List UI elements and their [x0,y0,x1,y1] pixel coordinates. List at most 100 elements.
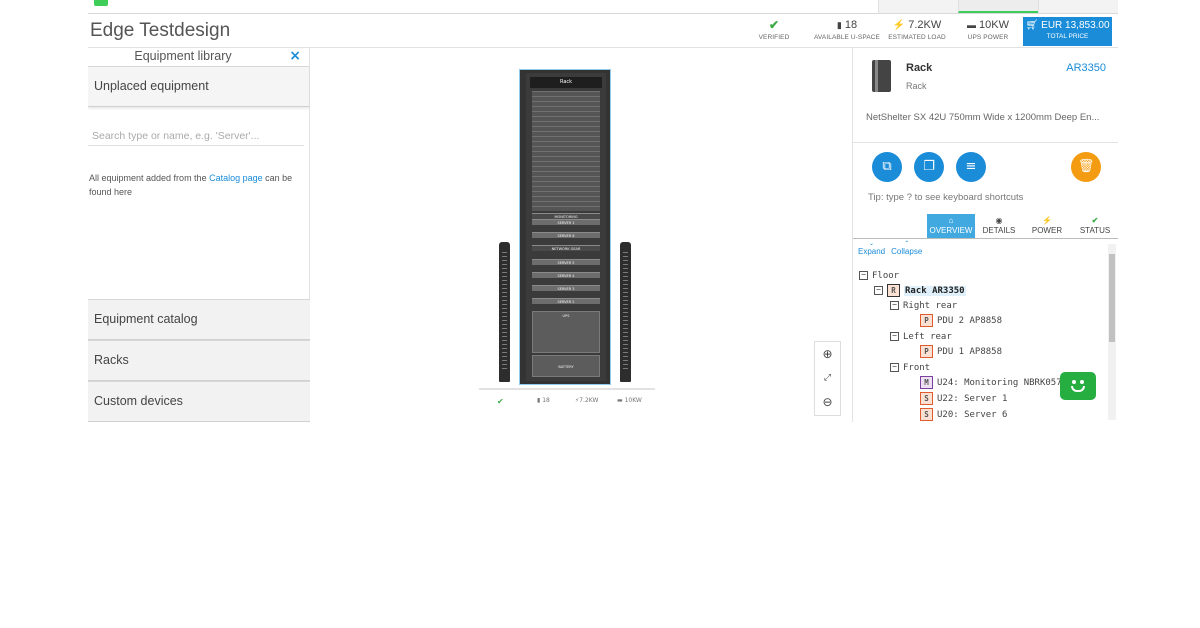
tree-node-rack[interactable]: − R Rack AR3350 [874,283,966,298]
ups-power-stat[interactable]: ▬ 10KW UPS POWER [960,18,1016,41]
list-icon[interactable]: ≡ [956,152,986,182]
tree-node-floor[interactable]: − Floor [859,268,899,283]
zoom-in-icon[interactable]: ⊕ [815,342,840,366]
zoom-out-icon[interactable]: ⊖ [815,390,840,414]
catalog-page-link[interactable]: Catalog page [209,173,263,183]
copy-icon[interactable]: ⧉ [872,152,902,182]
collapse-icon[interactable]: − [874,286,883,295]
device-ups[interactable]: UPS [532,311,600,353]
tree-node-u22[interactable]: S U22: Server 1 [920,391,1007,406]
rack-canvas[interactable]: Rack MONITORING SERVER 1 SERVER 6 NETWOR… [311,48,852,422]
pdu-badge: P [920,314,933,327]
rack-label: Rack [530,77,602,88]
available-space-stat[interactable]: ▮ 18 AVAILABLE U-SPACE [812,18,882,41]
server-badge: S [920,408,933,421]
scrollbar-thumb[interactable] [1109,254,1115,342]
tree-node-pdu2[interactable]: P PDU 2 AP8858 [920,313,1002,328]
tab-overview[interactable]: ⌂ OVERVIEW [927,214,975,238]
app-window: Edge Testdesign ✔ VERIFIED ▮ 18 AVAILABLE… [88,0,1118,422]
item-model-link[interactable]: AR3350 [1066,62,1106,74]
tab-underline [853,238,1118,239]
fit-icon[interactable]: ⤢ [815,366,840,390]
equipment-search-input[interactable] [88,126,304,146]
device-battery[interactable]: BATTERY [532,355,600,377]
rack-space-icon: ▮ [836,19,842,30]
top-tab[interactable] [1038,0,1118,13]
rack-visual[interactable]: Rack MONITORING SERVER 1 SERVER 6 NETWOR… [519,69,611,385]
trash-icon[interactable]: 🗑︎ [1071,152,1101,182]
device-server-1[interactable]: SERVER 1 [532,219,600,225]
empty-slots[interactable] [532,91,600,211]
racks-section[interactable]: Racks [88,340,310,381]
estimated-load-stat[interactable]: ⚡ 7.2KW ESTIMATED LOAD [886,18,948,41]
collapse-icon[interactable]: − [890,332,899,341]
collapse-icon[interactable]: − [890,301,899,310]
properties-panel: Rack Rack AR3350 NetShelter SX 42U 750mm… [852,48,1118,422]
item-name: Rack [906,62,933,74]
custom-devices-section[interactable]: Custom devices [88,381,310,422]
chevron-down-icon: ⌄ [869,241,875,247]
divider [853,142,1118,143]
tab-details[interactable]: ◉ DETAILS [975,214,1023,238]
tree-tools: ⌄ Expand ⌃ Collapse [858,240,922,256]
check-icon: ✔ [497,397,504,406]
tree-node-u24[interactable]: M U24: Monitoring NBRK0570 [920,375,1067,390]
caption-space: ▮ 18 [537,397,550,404]
collapse-button[interactable]: ⌃ Collapse [891,240,922,256]
tree-node-front[interactable]: − Front [890,360,930,375]
zoom-controls: ⊕ ⤢ ⊖ [814,341,841,416]
tab-power[interactable]: ⚡ POWER [1023,214,1071,238]
caption-load: ⚡7.2KW [575,397,599,404]
top-tab[interactable] [878,0,958,13]
equipment-catalog-section[interactable]: Equipment catalog [88,299,310,340]
library-title: Equipment library [134,49,232,63]
detail-tabs: ⌂ OVERVIEW ◉ DETAILS ⚡ POWER ✔ STATUS [927,214,1118,238]
pdu-badge: P [920,345,933,358]
bolt-icon: ⚡ [1042,216,1052,225]
pdu-right[interactable] [620,242,631,382]
caption-ups: ▬ 10KW [617,397,642,404]
device-server-5[interactable]: SERVER 5 [532,259,600,265]
total-price-button[interactable]: 🛒︎ EUR 13,853.00 TOTAL PRICE [1023,17,1112,46]
rack-body: Rack MONITORING SERVER 1 SERVER 6 NETWOR… [526,73,606,381]
cart-icon: 🛒︎ [1025,20,1039,31]
project-header: Edge Testdesign ✔ VERIFIED ▮ 18 AVAILABLE… [88,14,1118,48]
tree-node-pdu1[interactable]: P PDU 1 AP8858 [920,344,1002,359]
chat-support-icon[interactable] [1060,372,1096,400]
library-header: Equipment library × [88,48,309,66]
device-server-2[interactable]: SERVER 2 [532,298,600,304]
device-server-3[interactable]: SERVER 3 [532,285,600,291]
expand-button[interactable]: ⌄ Expand [858,240,885,256]
rack-icon [872,60,891,92]
library-sections: Equipment catalog Racks Custom devices [88,299,310,422]
monitoring-badge: M [920,376,933,389]
tree-node-u20[interactable]: S U20: Server 6 [920,407,1007,422]
close-icon[interactable]: × [289,48,301,64]
project-title: Edge Testdesign [90,20,231,41]
top-tab-active[interactable] [958,0,1038,13]
unplaced-equipment-section[interactable]: Unplaced equipment [88,66,309,107]
tab-status[interactable]: ✔ STATUS [1071,214,1118,238]
pdu-left[interactable] [499,242,510,382]
tree-node-right-rear[interactable]: − Right rear [890,298,957,313]
item-type: Rack [906,81,927,91]
item-description: NetShelter SX 42U 750mm Wide x 1200mm De… [866,112,1100,123]
eye-icon: ◉ [995,216,1003,225]
top-navigation-strip [88,0,1118,14]
device-server-4[interactable]: SERVER 4 [532,272,600,278]
home-icon: ⌂ [948,216,954,225]
tree-node-left-rear[interactable]: − Left rear [890,329,952,344]
equipment-library-panel: Equipment library × Unplaced equipment A… [88,48,310,422]
collapse-icon[interactable]: − [890,363,899,372]
duplicate-icon[interactable]: ❐ [914,152,944,182]
tree-scrollbar[interactable] [1108,244,1116,420]
device-network-gear[interactable]: NETWORK GEAR [532,245,600,251]
check-icon: ✔ [768,18,780,32]
device-server-6[interactable]: SERVER 6 [532,232,600,238]
collapse-icon[interactable]: − [859,271,868,280]
floor-line [479,388,655,390]
smile-mouth [1071,386,1085,392]
keyboard-tip: Tip: type ? to see keyboard shortcuts [868,192,1024,203]
rack-badge: R [887,284,900,297]
verified-stat[interactable]: ✔ VERIFIED [754,18,794,41]
